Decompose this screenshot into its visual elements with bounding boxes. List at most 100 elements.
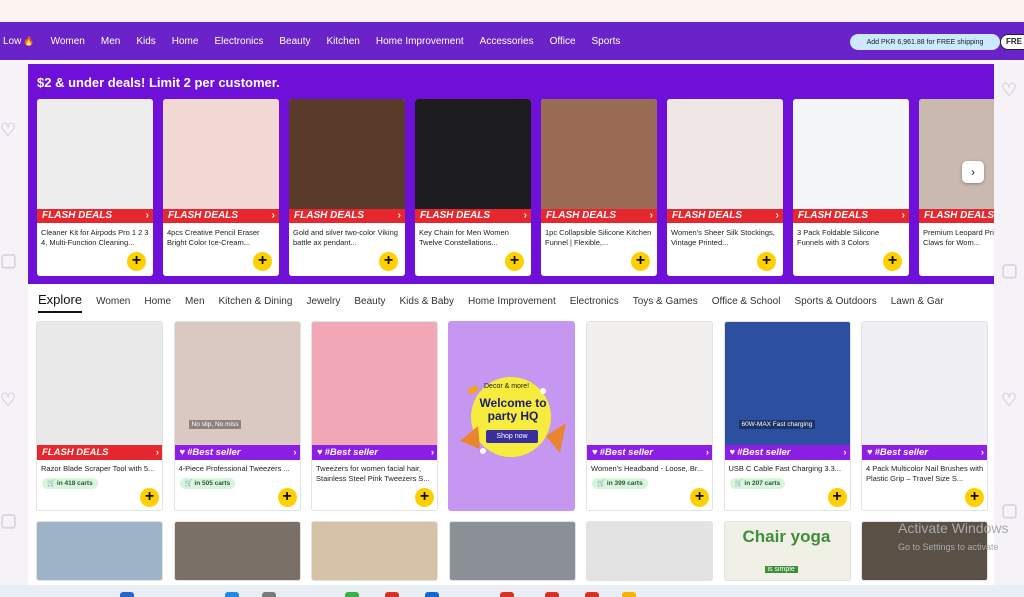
add-to-cart-button[interactable]: + (690, 488, 709, 507)
deal-title[interactable]: 1pc Collapsible Silicone Kitchen Funnel … (545, 228, 653, 248)
deal-card[interactable]: FLASH DEALS › 3 Pack Foldable Silicone Fun… (793, 99, 909, 276)
add-to-cart-button[interactable]: + (827, 488, 847, 507)
deal-image[interactable] (37, 99, 153, 209)
product-image[interactable] (862, 322, 987, 445)
deal-title[interactable]: Gold and silver two-color Viking battle … (293, 228, 401, 248)
deal-image[interactable] (793, 99, 909, 209)
product-card[interactable]: FLASH DEALS › Razor Blade Scraper Tool wit… (36, 321, 163, 511)
deal-title[interactable]: Cleaner Kit for Airpods Pro 1 2 3 4, Mul… (41, 228, 149, 248)
chevron-right-icon: › (705, 447, 709, 458)
taskbar-icon[interactable] (345, 592, 359, 597)
shop-now-button[interactable]: Shop now (486, 430, 538, 443)
deal-card[interactable]: FLASH DEALS › 1pc Collapsible Silicone Kit… (541, 99, 657, 276)
product-thumbnail[interactable] (36, 521, 163, 581)
product-card[interactable]: 60W-MAX Fast charging ♥ #Best seller › USB C… (723, 321, 851, 511)
tab-explore[interactable]: Explore (38, 292, 83, 313)
deal-card[interactable]: FLASH DEALS › Gold and silver two-color Vi… (289, 99, 405, 276)
deal-card[interactable]: FLASH DEALS › Women's Sheer Silk Stockings… (667, 99, 783, 276)
product-card[interactable]: No slip, No miss ♥ #Best seller › 4-Piece Pr… (173, 321, 301, 511)
flash-deals-badge: FLASH DEALS › (37, 209, 153, 223)
free-shipping-button[interactable]: FRE (1000, 34, 1024, 50)
product-card[interactable]: ♥ #Best seller › Tweezers for women facial … (311, 321, 438, 511)
product-card[interactable]: ♥ #Best seller › Women's Headband - Loose, … (586, 321, 713, 511)
deal-title[interactable]: 3 Pack Foldable Silicone Funnels with 3 … (797, 228, 905, 248)
taskbar-icon[interactable] (120, 592, 134, 597)
nav-item-office[interactable]: Office (550, 36, 576, 47)
tab-toys-games[interactable]: Toys & Games (633, 296, 698, 307)
deal-image[interactable] (667, 99, 783, 209)
taskbar-icon[interactable] (425, 592, 439, 597)
free-shipping-banner[interactable]: Add PKR 6,961.88 for FREE shipping (850, 34, 1000, 50)
deal-title[interactable]: 4pcs Creative Pencil Eraser Bright Color… (167, 228, 275, 248)
tab-home-improvement[interactable]: Home Improvement (468, 296, 556, 307)
product-card[interactable]: ♥ #Best seller › 4 Pack Multicolor Nail Bru… (861, 321, 988, 511)
add-to-cart-button[interactable]: + (883, 252, 902, 271)
tab-office-school[interactable]: Office & School (712, 296, 781, 307)
nav-item-kitchen[interactable]: Kitchen (327, 36, 360, 47)
tab-jewelry[interactable]: Jewelry (306, 296, 340, 307)
add-to-cart-button[interactable]: + (965, 488, 984, 507)
nav-item-electronics[interactable]: Electronics (214, 36, 263, 47)
taskbar-icon[interactable] (385, 592, 399, 597)
taskbar-icon[interactable] (500, 592, 514, 597)
product-title[interactable]: 4 Pack Multicolor Nail Brushes with Plas… (866, 464, 985, 484)
product-thumbnail[interactable]: Chair yoga is simple (723, 521, 851, 581)
nav-item-men[interactable]: Men (101, 36, 120, 47)
party-promo-card[interactable]: Decor & more! Welcome to party HQ Shop n… (448, 321, 575, 511)
product-thumbnail[interactable] (311, 521, 438, 581)
nav-item-home[interactable]: Home (172, 36, 199, 47)
add-to-cart-button[interactable]: + (505, 252, 524, 271)
taskbar-icon[interactable] (545, 592, 559, 597)
tab-kids-baby[interactable]: Kids & Baby (399, 296, 453, 307)
add-to-cart-button[interactable]: + (277, 488, 297, 507)
taskbar-icon[interactable] (585, 592, 599, 597)
nav-item-kids[interactable]: Kids (136, 36, 155, 47)
deal-image[interactable] (541, 99, 657, 209)
deal-card[interactable]: FLASH DEALS›Premium Leopard Print Hair C… (919, 99, 994, 276)
taskbar-icon[interactable] (622, 592, 636, 597)
add-to-cart-button[interactable]: + (253, 252, 272, 271)
deal-title[interactable]: Key Chain for Men Women Twelve Constella… (419, 228, 527, 248)
product-thumbnail[interactable] (586, 521, 713, 581)
tab-home[interactable]: Home (144, 296, 171, 307)
add-to-cart-button[interactable]: + (379, 252, 398, 271)
deal-title[interactable]: Women's Sheer Silk Stockings, Vintage Pr… (671, 228, 779, 248)
nav-item-beauty[interactable]: Beauty (279, 36, 310, 47)
deal-image[interactable] (163, 99, 279, 209)
deal-image[interactable] (289, 99, 405, 209)
deal-card[interactable]: FLASH DEALS › Cleaner Kit for Airpods Pro … (37, 99, 153, 276)
deal-title[interactable]: Premium Leopard Print Hair Claws for Wom… (923, 228, 994, 248)
add-to-cart-button[interactable]: + (757, 252, 776, 271)
product-image[interactable] (587, 322, 712, 445)
nav-item-women[interactable]: Women (51, 36, 85, 47)
tab-beauty[interactable]: Beauty (354, 296, 385, 307)
tab-sports-outdoors[interactable]: Sports & Outdoors (794, 296, 876, 307)
add-to-cart-button[interactable]: + (631, 252, 650, 271)
product-image[interactable] (312, 322, 437, 445)
tab-electronics[interactable]: Electronics (570, 296, 619, 307)
taskbar-icon[interactable] (262, 592, 276, 597)
deal-card[interactable]: FLASH DEALS › 4pcs Creative Pencil Eraser … (163, 99, 279, 276)
add-to-cart-button[interactable]: + (140, 488, 159, 507)
tab-men[interactable]: Men (185, 296, 204, 307)
tab-women[interactable]: Women (96, 296, 130, 307)
product-thumbnail[interactable] (173, 521, 301, 581)
cart-icon: 🛒 (597, 480, 607, 487)
deal-card[interactable]: FLASH DEALS › Key Chain for Men Women Twel… (415, 99, 531, 276)
tab-lawn-gar[interactable]: Lawn & Gar (891, 296, 944, 307)
nav-item-accessories[interactable]: Accessories (480, 36, 534, 47)
product-image[interactable] (37, 322, 162, 445)
chevron-right-icon: › (901, 210, 905, 221)
deal-image[interactable] (415, 99, 531, 209)
tab-kitchen-dining[interactable]: Kitchen & Dining (219, 296, 293, 307)
add-to-cart-button[interactable]: + (415, 488, 434, 507)
nav-item-sports[interactable]: Sports (592, 36, 621, 47)
add-to-cart-button[interactable]: + (127, 252, 146, 271)
nav-item-home-improvement[interactable]: Home Improvement (376, 36, 464, 47)
product-title[interactable]: Tweezers for women facial hair, Stainles… (316, 464, 435, 484)
deal-image[interactable] (919, 99, 994, 209)
product-thumbnail[interactable] (448, 521, 576, 581)
nav-item-low[interactable]: Low (3, 36, 21, 47)
carousel-next-button[interactable]: › (962, 161, 984, 183)
taskbar-icon[interactable] (225, 592, 239, 597)
